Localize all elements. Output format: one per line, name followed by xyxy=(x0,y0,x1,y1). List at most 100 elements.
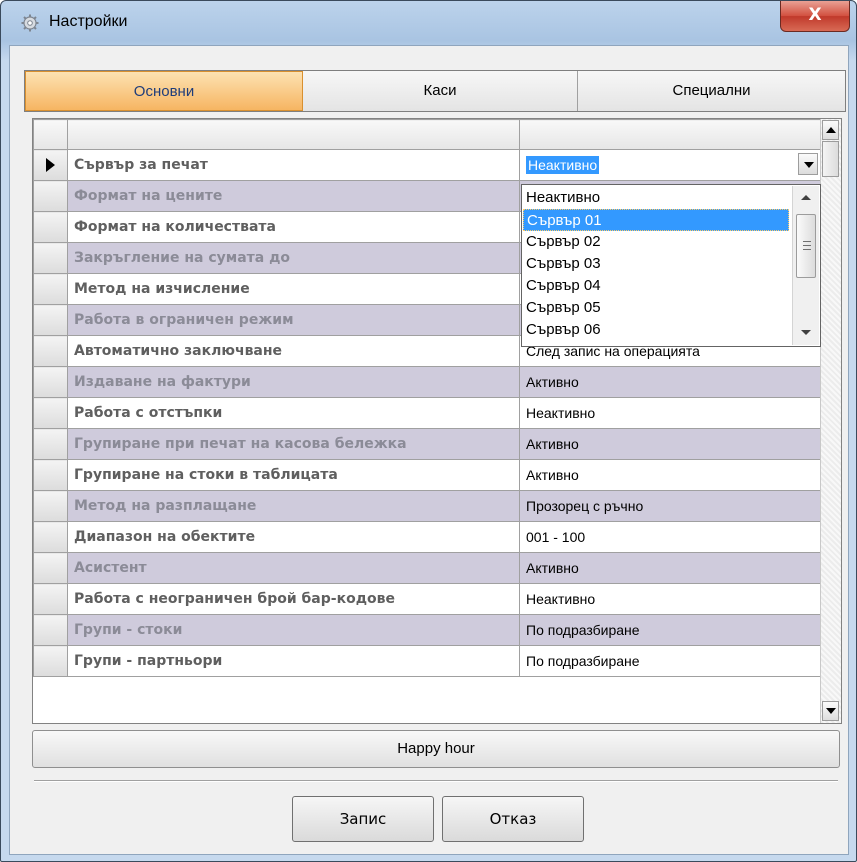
title-bar[interactable]: Настройки X xyxy=(1,1,856,45)
table-row[interactable]: Метод на разплащане Прозорец с ръчно xyxy=(33,490,821,522)
combo-dropdown-button[interactable] xyxy=(798,153,818,175)
tab-main[interactable]: Основни xyxy=(25,71,303,111)
print-server-combo[interactable]: Неактивно xyxy=(519,149,821,181)
setting-name: Работа в ограничен режим xyxy=(67,304,520,336)
settings-grid: Сървър за печат Неактивно Формат на цени… xyxy=(32,118,842,724)
table-row[interactable]: Групи - партньори По подразбиране xyxy=(33,645,821,677)
setting-name: Работа с отстъпки xyxy=(67,397,520,429)
setting-name: Метод на изчисление xyxy=(67,273,520,305)
setting-value[interactable]: Активно xyxy=(519,459,821,491)
table-row[interactable]: Сървър за печат Неактивно xyxy=(33,149,821,181)
setting-name: Групи - стоки xyxy=(67,614,520,646)
dropdown-option[interactable]: Сървър 02 xyxy=(523,231,789,253)
dropdown-scroll-thumb[interactable] xyxy=(796,214,816,278)
setting-value[interactable]: Активно xyxy=(519,428,821,460)
row-indicator[interactable] xyxy=(33,614,68,646)
setting-name: Метод на разплащане xyxy=(67,490,520,522)
table-row[interactable]: Групиране на стоки в таблицата Активно xyxy=(33,459,821,491)
chevron-up-icon[interactable] xyxy=(801,194,811,201)
grip-line xyxy=(803,249,811,250)
row-indicator[interactable] xyxy=(33,273,68,305)
dropdown-option[interactable]: Сървър 04 xyxy=(523,275,789,297)
row-indicator[interactable] xyxy=(33,335,68,367)
row-indicator[interactable] xyxy=(33,211,68,243)
setting-value[interactable]: Неактивно xyxy=(519,397,821,429)
chevron-up-icon xyxy=(826,127,836,133)
print-server-dropdown-list[interactable]: Неактивно Сървър 01 Сървър 02 Сървър 03 … xyxy=(521,184,821,347)
row-indicator[interactable] xyxy=(33,583,68,615)
row-indicator[interactable] xyxy=(33,490,68,522)
scroll-down-button[interactable] xyxy=(822,701,839,721)
dropdown-option[interactable]: Сървър 03 xyxy=(523,253,789,275)
setting-name: Закръгление на сумата до xyxy=(67,242,520,274)
row-indicator[interactable] xyxy=(33,645,68,677)
tab-bar: Основни Каси Специални xyxy=(24,70,846,112)
row-indicator[interactable] xyxy=(33,552,68,584)
scroll-up-button[interactable] xyxy=(822,120,839,140)
row-indicator[interactable] xyxy=(33,397,68,429)
column-header-value xyxy=(519,119,821,150)
grid-vertical-scrollbar[interactable] xyxy=(820,119,841,723)
dialog-body: Основни Каси Специални Сървър за печат Н… xyxy=(9,45,849,855)
row-indicator[interactable] xyxy=(33,180,68,212)
setting-name: Сървър за печат xyxy=(67,149,520,181)
setting-name: Формат на цените xyxy=(67,180,520,212)
settings-window: Настройки X Основни Каси Специални Сървъ… xyxy=(0,0,857,862)
setting-name: Групиране при печат на касова бележка xyxy=(67,428,520,460)
row-indicator[interactable] xyxy=(33,149,68,181)
combo-selected-value: Неактивно xyxy=(526,156,600,174)
row-indicator[interactable] xyxy=(33,521,68,553)
chevron-down-icon[interactable] xyxy=(801,329,811,336)
table-row[interactable]: Асистент Активно xyxy=(33,552,821,584)
column-header-name xyxy=(67,119,520,150)
setting-name: Групиране на стоки в таблицата xyxy=(67,459,520,491)
row-indicator[interactable] xyxy=(33,366,68,398)
setting-value[interactable]: 001 - 100 xyxy=(519,521,821,553)
row-indicator[interactable] xyxy=(33,242,68,274)
setting-name: Асистент xyxy=(67,552,520,584)
tab-registers[interactable]: Каси xyxy=(303,71,578,111)
tab-special[interactable]: Специални xyxy=(578,71,845,111)
table-row[interactable]: Диапазон на обектите 001 - 100 xyxy=(33,521,821,553)
chevron-down-icon xyxy=(826,708,836,714)
dropdown-option-highlighted[interactable]: Сървър 01 xyxy=(523,209,789,231)
table-row[interactable]: Работа с отстъпки Неактивно xyxy=(33,397,821,429)
row-header-corner xyxy=(33,119,68,150)
close-button[interactable]: X xyxy=(780,1,850,32)
setting-name: Групи - партньори xyxy=(67,645,520,677)
table-row[interactable]: Издаване на фактури Активно xyxy=(33,366,821,398)
gear-icon xyxy=(21,14,39,32)
scroll-thumb[interactable] xyxy=(822,141,839,177)
dropdown-option[interactable]: Неактивно xyxy=(523,187,789,209)
row-indicator[interactable] xyxy=(33,459,68,491)
grid-header-row xyxy=(33,119,821,150)
row-indicator[interactable] xyxy=(33,428,68,460)
setting-name: Автоматично заключване xyxy=(67,335,520,367)
dropdown-option[interactable]: Сървър 05 xyxy=(523,297,789,319)
current-row-arrow-icon xyxy=(46,158,55,172)
setting-value[interactable]: Активно xyxy=(519,552,821,584)
save-button[interactable]: Запис xyxy=(292,796,434,842)
table-row[interactable]: Групиране при печат на касова бележка Ак… xyxy=(33,428,821,460)
row-indicator[interactable] xyxy=(33,304,68,336)
setting-value[interactable]: Прозорец с ръчно xyxy=(519,490,821,522)
window-title: Настройки xyxy=(49,13,128,30)
grip-line xyxy=(803,241,811,242)
cancel-button[interactable]: Отказ xyxy=(442,796,584,842)
setting-value[interactable]: Неактивно xyxy=(519,583,821,615)
table-row[interactable]: Работа с неограничен брой бар-кодове Неа… xyxy=(33,583,821,615)
setting-name: Издаване на фактури xyxy=(67,366,520,398)
setting-value[interactable]: По подразбиране xyxy=(519,614,821,646)
table-row[interactable]: Групи - стоки По подразбиране xyxy=(33,614,821,646)
setting-name: Диапазон на обектите xyxy=(67,521,520,553)
dropdown-option[interactable]: Сървър 06 xyxy=(523,319,789,341)
setting-value[interactable]: По подразбиране xyxy=(519,645,821,677)
chevron-down-icon xyxy=(804,162,814,168)
happy-hour-button[interactable]: Happy hour xyxy=(32,730,840,768)
setting-name: Работа с неограничен брой бар-кодове xyxy=(67,583,520,615)
divider xyxy=(34,780,838,782)
setting-name: Формат на количествата xyxy=(67,211,520,243)
grip-line xyxy=(803,245,811,246)
dropdown-scrollbar[interactable] xyxy=(792,186,819,345)
setting-value[interactable]: Активно xyxy=(519,366,821,398)
